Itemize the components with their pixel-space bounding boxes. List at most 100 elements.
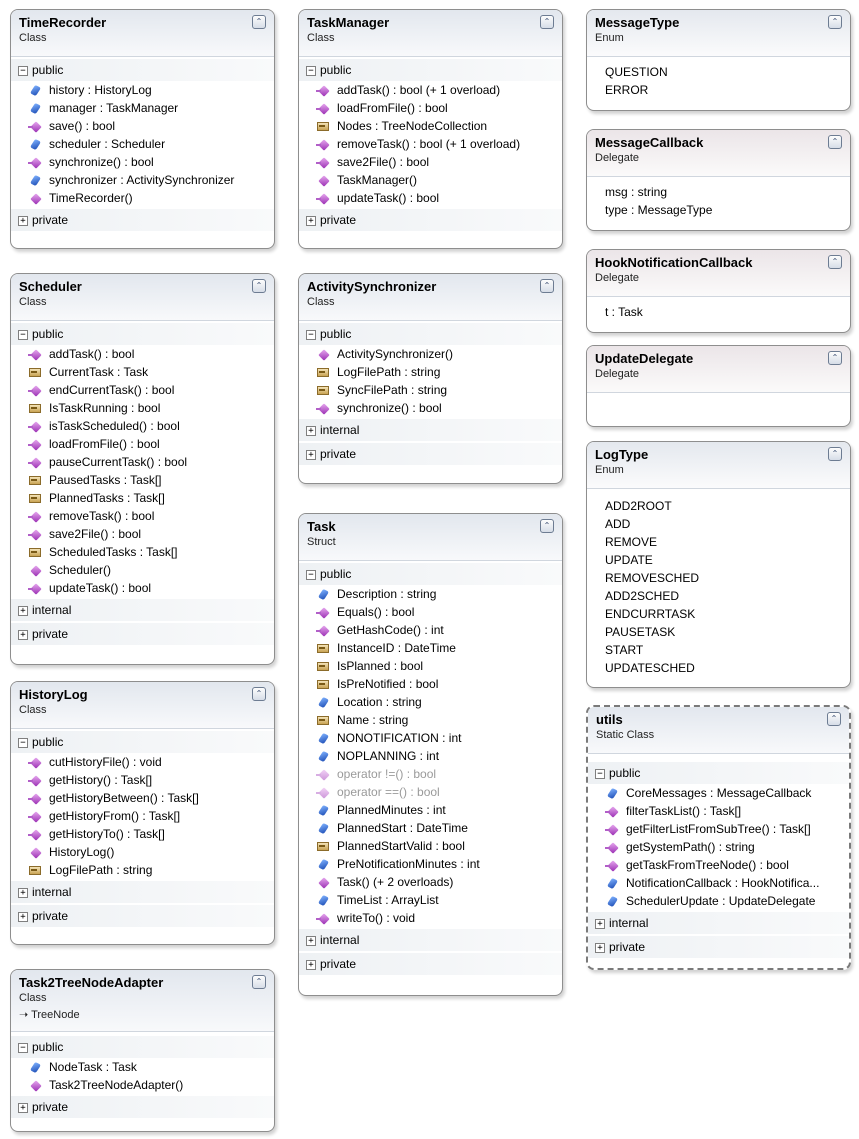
member[interactable]: NONOTIFICATION : int	[299, 729, 562, 747]
section-internal[interactable]: + internal	[11, 881, 274, 903]
delegate-param[interactable]: t : Task	[587, 303, 850, 321]
section-public[interactable]: − public	[11, 59, 274, 81]
member[interactable]: NotificationCallback : HookNotifica...	[588, 874, 849, 892]
member[interactable]: Nodes : TreeNodeCollection	[299, 117, 562, 135]
member[interactable]: LogFilePath : string	[299, 363, 562, 381]
section-public[interactable]: − public	[588, 762, 849, 784]
section-private[interactable]: + private	[299, 209, 562, 231]
section-private[interactable]: + private	[299, 443, 562, 465]
member[interactable]: save2File() : bool	[299, 153, 562, 171]
member[interactable]: CoreMessages : MessageCallback	[588, 784, 849, 802]
member[interactable]: save2File() : bool	[11, 525, 274, 543]
member[interactable]: getHistoryTo() : Task[]	[11, 825, 274, 843]
member[interactable]: Scheduler()	[11, 561, 274, 579]
minus-icon[interactable]: −	[306, 569, 316, 580]
enum-value[interactable]: QUESTION	[587, 63, 850, 81]
member[interactable]: SchedulerUpdate : UpdateDelegate	[588, 892, 849, 910]
member[interactable]: removeTask() : bool	[11, 507, 274, 525]
member[interactable]: ScheduledTasks : Task[]	[11, 543, 274, 561]
member[interactable]: getTaskFromTreeNode() : bool	[588, 856, 849, 874]
member[interactable]: InstanceID : DateTime	[299, 639, 562, 657]
member[interactable]: removeTask() : bool (+ 1 overload)	[299, 135, 562, 153]
member[interactable]: GetHashCode() : int	[299, 621, 562, 639]
member[interactable]: Task() (+ 2 overloads)	[299, 873, 562, 891]
section-private[interactable]: + private	[11, 1096, 274, 1118]
collapse-icon[interactable]: ⌃	[540, 279, 554, 293]
member[interactable]: synchronize() : bool	[11, 153, 274, 171]
plus-icon[interactable]: +	[306, 935, 316, 946]
member[interactable]: PreNotificationMinutes : int	[299, 855, 562, 873]
plus-icon[interactable]: +	[18, 1102, 28, 1113]
member[interactable]: loadFromFile() : bool	[299, 99, 562, 117]
member[interactable]: getHistory() : Task[]	[11, 771, 274, 789]
member[interactable]: PausedTasks : Task[]	[11, 471, 274, 489]
delegate-param[interactable]: msg : string	[587, 183, 850, 201]
member[interactable]: updateTask() : bool	[299, 189, 562, 207]
plus-icon[interactable]: +	[18, 887, 28, 898]
member[interactable]: scheduler : Scheduler	[11, 135, 274, 153]
plus-icon[interactable]: +	[18, 629, 28, 640]
member[interactable]: SyncFilePath : string	[299, 381, 562, 399]
enum-value[interactable]: REMOVE	[587, 533, 850, 551]
member[interactable]: Location : string	[299, 693, 562, 711]
enum-box-logtype[interactable]: LogType Enum ⌃ ADD2ROOT ADD REMOVE UPDAT…	[586, 441, 851, 688]
member[interactable]: Equals() : bool	[299, 603, 562, 621]
member[interactable]: Task2TreeNodeAdapter()	[11, 1076, 274, 1094]
member[interactable]: getFilterListFromSubTree() : Task[]	[588, 820, 849, 838]
plus-icon[interactable]: +	[306, 215, 316, 226]
section-internal[interactable]: + internal	[299, 419, 562, 441]
member[interactable]: ActivitySynchronizer()	[299, 345, 562, 363]
plus-icon[interactable]: +	[18, 215, 28, 226]
member[interactable]: pauseCurrentTask() : bool	[11, 453, 274, 471]
member[interactable]: LogFilePath : string	[11, 861, 274, 879]
class-box-utils[interactable]: utils Static Class ⌃ − public CoreMessage…	[586, 705, 851, 970]
collapse-icon[interactable]: ⌃	[540, 519, 554, 533]
section-private[interactable]: + private	[299, 953, 562, 975]
member[interactable]: Description : string	[299, 585, 562, 603]
collapse-icon[interactable]: ⌃	[828, 351, 842, 365]
member[interactable]: filterTaskList() : Task[]	[588, 802, 849, 820]
section-internal[interactable]: + internal	[588, 912, 849, 934]
member[interactable]: writeTo() : void	[299, 909, 562, 927]
member[interactable]: HistoryLog()	[11, 843, 274, 861]
member[interactable]: IsTaskRunning : bool	[11, 399, 274, 417]
enum-value[interactable]: REMOVESCHED	[587, 569, 850, 587]
member[interactable]: TimeRecorder()	[11, 189, 274, 207]
class-box-taskmanager[interactable]: TaskManager Class ⌃ − public addTask() : …	[298, 9, 563, 249]
collapse-icon[interactable]: ⌃	[828, 135, 842, 149]
member[interactable]: cutHistoryFile() : void	[11, 753, 274, 771]
plus-icon[interactable]: +	[306, 425, 316, 436]
section-private[interactable]: + private	[11, 209, 274, 231]
struct-box-task[interactable]: Task Struct ⌃ − public Description : stri…	[298, 513, 563, 996]
enum-value[interactable]: ADD2SCHED	[587, 587, 850, 605]
collapse-icon[interactable]: ⌃	[252, 687, 266, 701]
member[interactable]: TimeList : ArrayList	[299, 891, 562, 909]
section-internal[interactable]: + internal	[11, 599, 274, 621]
class-box-timerecorder[interactable]: TimeRecorder Class ⌃ − public history : H…	[10, 9, 275, 249]
member[interactable]: synchronize() : bool	[299, 399, 562, 417]
plus-icon[interactable]: +	[306, 449, 316, 460]
minus-icon[interactable]: −	[18, 1042, 28, 1053]
class-box-scheduler[interactable]: Scheduler Class ⌃ − public addTask() : bo…	[10, 273, 275, 665]
member[interactable]: CurrentTask : Task	[11, 363, 274, 381]
delegate-box-hooknotificationcallback[interactable]: HookNotificationCallback Delegate ⌃ t : …	[586, 249, 851, 333]
member[interactable]: IsPreNotified : bool	[299, 675, 562, 693]
section-private[interactable]: + private	[588, 936, 849, 958]
section-public[interactable]: − public	[11, 731, 274, 753]
delegate-box-updatedelegate[interactable]: UpdateDelegate Delegate ⌃	[586, 345, 851, 427]
enum-value[interactable]: ENDCURRTASK	[587, 605, 850, 623]
section-public[interactable]: − public	[299, 323, 562, 345]
class-box-task2treenodeadapter[interactable]: Task2TreeNodeAdapter Class ➝ TreeNode ⌃ …	[10, 969, 275, 1132]
member[interactable]: IsPlanned : bool	[299, 657, 562, 675]
member[interactable]: NOPLANNING : int	[299, 747, 562, 765]
class-box-activitysynchronizer[interactable]: ActivitySynchronizer Class ⌃ − public Act…	[298, 273, 563, 484]
minus-icon[interactable]: −	[306, 65, 316, 76]
member[interactable]: endCurrentTask() : bool	[11, 381, 274, 399]
section-public[interactable]: − public	[11, 323, 274, 345]
member[interactable]: loadFromFile() : bool	[11, 435, 274, 453]
delegate-box-messagecallback[interactable]: MessageCallback Delegate ⌃ msg : string …	[586, 129, 851, 231]
collapse-icon[interactable]: ⌃	[540, 15, 554, 29]
member[interactable]: isTaskScheduled() : bool	[11, 417, 274, 435]
member[interactable]: history : HistoryLog	[11, 81, 274, 99]
plus-icon[interactable]: +	[306, 959, 316, 970]
